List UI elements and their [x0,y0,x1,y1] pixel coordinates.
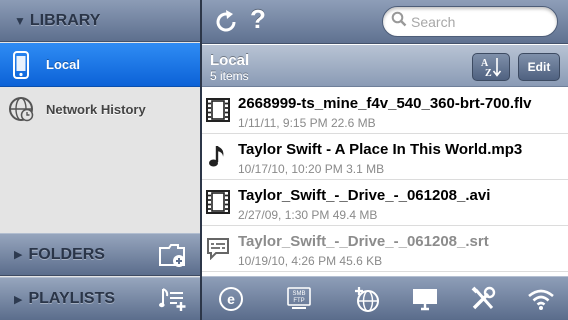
sidebar-item-label: Network History [46,101,146,117]
expand-triangle-icon: ▶ [14,249,23,261]
sidebar-item-network-history[interactable]: Network History [0,87,200,131]
folders-section[interactable]: ▶ FOLDERS [0,233,200,276]
film-icon [204,96,232,124]
file-name: Taylor_Swift_-_Drive_-_061208_.avi [238,187,491,204]
svg-text:Z: Z [485,68,492,78]
file-row[interactable]: 2668999-ts_mine_f4v_540_360-brt-700.flv … [202,88,568,134]
add-network-icon[interactable] [352,285,382,313]
file-name: 2668999-ts_mine_f4v_540_360-brt-700.flv [238,95,532,112]
help-button[interactable]: ? [250,4,266,35]
refresh-icon[interactable] [212,8,240,36]
smb-ftp-icon[interactable]: SMB FTP [284,285,314,313]
edit-button[interactable]: Edit [518,53,560,81]
svg-text:e: e [227,291,235,307]
file-list: 2668999-ts_mine_f4v_540_360-brt-700.flv … [202,88,568,275]
sort-button[interactable]: A Z [472,53,510,81]
file-row[interactable]: Taylor_Swift_-_Drive_-_061208_.avi 2/27/… [202,180,568,226]
list-header: Local 5 items A Z Edit [202,45,568,87]
playlists-section[interactable]: ▶ PLAYLISTS [0,277,200,320]
sort-az-icon: A Z [481,58,502,78]
file-name: Taylor_Swift_-_Drive_-_061208_.srt [238,233,489,250]
phone-icon [8,50,34,80]
search-input[interactable] [411,13,568,30]
subtitle-icon [204,234,232,262]
film-icon [204,188,232,216]
file-meta: 1/11/11, 9:15 PM 22.6 MB [238,116,376,130]
monitor-icon[interactable] [410,285,440,313]
ftp-label: FTP [293,298,304,304]
file-meta: 2/27/09, 1:30 PM 49.4 MB [238,208,378,222]
file-meta: 10/19/10, 4:26 PM 45.6 KB [238,254,383,268]
playlists-label: PLAYLISTS [28,290,116,307]
folders-label: FOLDERS [28,245,105,263]
sidebar-item-local[interactable]: Local [0,43,200,87]
collapse-triangle-icon: ▼ [14,13,26,28]
file-name: Taylor Swift - A Place In This World.mp3 [238,141,523,158]
library-header[interactable]: ▼ LIBRARY [0,0,200,42]
tools-icon[interactable] [468,285,498,313]
smb-label: SMB [292,291,305,297]
sidebar: ▼ LIBRARY Local Network History ▶ FOLDER… [0,0,200,320]
file-meta: 10/17/10, 10:20 PM 3.1 MB [238,162,385,176]
item-count: 5 items [210,69,249,83]
library-title: LIBRARY [29,11,101,29]
list-title: Local [210,52,250,69]
bottom-toolbar: e SMB FTP [202,276,568,320]
wifi-icon[interactable] [526,285,556,313]
globe-clock-icon [8,94,34,124]
main-pane: ? Local 5 items A Z Edit [202,0,568,320]
add-folder-icon[interactable] [156,238,190,272]
add-playlist-icon[interactable] [156,282,190,316]
search-field[interactable] [382,6,568,37]
music-note-icon [204,142,232,170]
file-row[interactable]: Taylor_Swift_-_Drive_-_061208_.srt 10/19… [202,226,568,272]
sidebar-item-label: Local [46,57,80,72]
search-icon [391,11,407,32]
top-toolbar: ? [202,0,568,44]
browser-icon[interactable]: e [216,285,246,313]
expand-triangle-icon: ▶ [14,293,23,306]
file-row[interactable]: Taylor Swift - A Place In This World.mp3… [202,134,568,180]
